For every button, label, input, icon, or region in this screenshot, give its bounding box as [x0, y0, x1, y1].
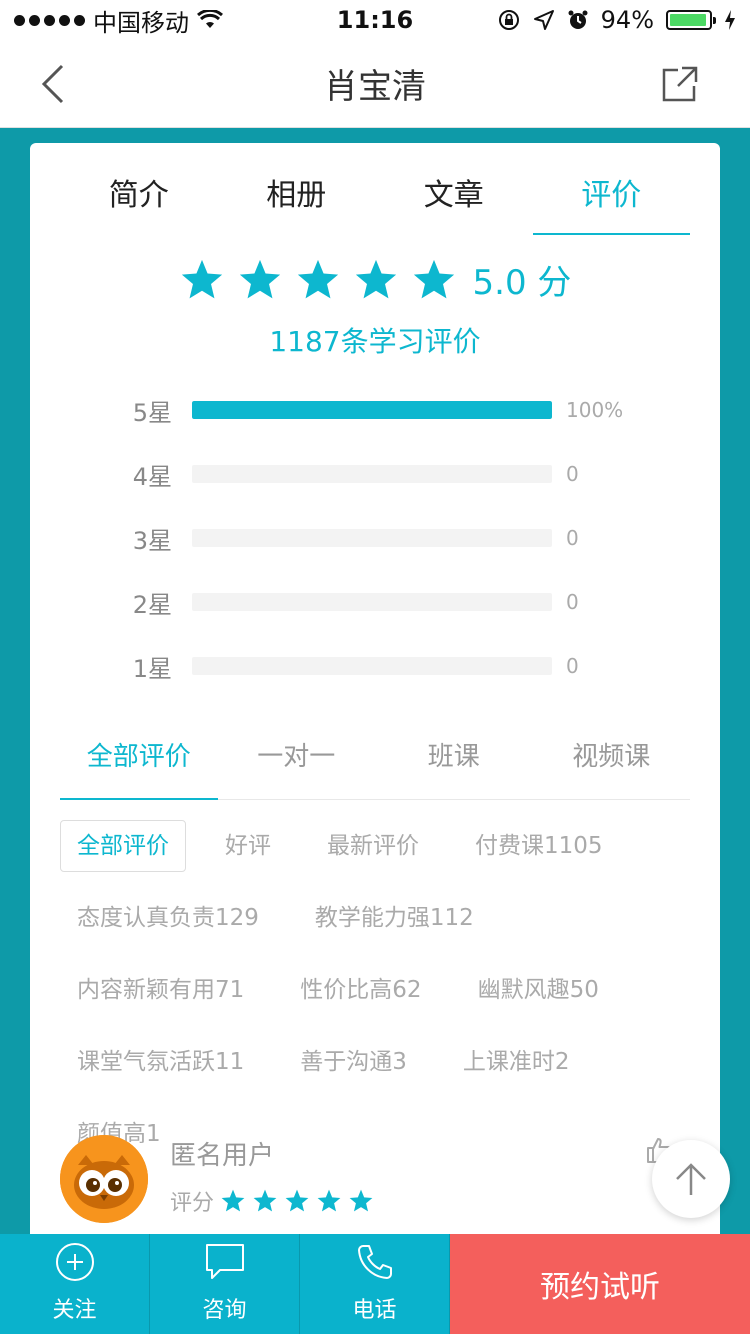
review-tag-filters: 全部评价 好评 最新评价 付费课1105 态度认真负责129 教学能力强112 … — [60, 820, 690, 1160]
tab-class[interactable]: 班课 — [375, 720, 533, 799]
bottom-action-bar: 关注 咨询 电话 预约试听 — [0, 1234, 750, 1334]
arrow-up-icon — [676, 1163, 706, 1195]
rating-label: 评分 — [170, 1191, 215, 1216]
tag-filter[interactable]: 最新评价 — [310, 820, 436, 872]
overall-stars: 5.0 分 — [30, 255, 720, 304]
star-icon — [239, 259, 280, 298]
phone-button[interactable]: 电话 — [300, 1234, 450, 1334]
tag-filter[interactable]: 上课准时2 — [446, 1036, 587, 1088]
distribution-fill — [192, 401, 552, 419]
follow-label: 关注 — [52, 1298, 97, 1323]
battery-icon — [666, 10, 716, 30]
overall-score: 5.0 分 — [472, 263, 572, 303]
status-left: 中国移动 — [14, 3, 223, 38]
location-icon — [533, 10, 554, 30]
distribution-value: 0 — [566, 526, 579, 550]
distribution-label: 2星 — [132, 590, 172, 619]
charging-icon — [725, 10, 735, 30]
star-icon — [285, 1189, 309, 1212]
back-icon[interactable] — [36, 62, 76, 106]
share-icon[interactable] — [660, 64, 700, 104]
distribution-row: 1星 0 — [30, 634, 720, 698]
distribution-row: 4星 0 — [30, 442, 720, 506]
tab-reviews[interactable]: 评价 — [532, 143, 691, 235]
distribution-row: 2星 0 — [30, 570, 720, 634]
page-title: 肖宝清 — [324, 67, 426, 107]
distribution-track — [192, 401, 552, 419]
distribution-row: 5星 100% — [30, 378, 720, 442]
tab-intro[interactable]: 简介 — [60, 143, 218, 235]
scroll-top-button[interactable] — [652, 1140, 730, 1218]
tag-filter[interactable]: 全部评价 — [60, 820, 186, 872]
distribution-label: 3星 — [132, 526, 172, 555]
review-rating: 评分 — [170, 1185, 374, 1217]
star-icon — [355, 259, 396, 298]
rating-distribution: 5星 100% 4星 0 3星 0 2星 0 1星 0 — [30, 378, 720, 698]
tag-filter[interactable]: 善于沟通3 — [283, 1036, 424, 1088]
star-icon — [253, 1189, 277, 1212]
reviewer-name: 匿名用户 — [170, 1141, 275, 1171]
tag-filter[interactable]: 性价比高62 — [283, 964, 438, 1016]
status-right: 94% — [497, 6, 736, 34]
teacher-card: 简介 相册 文章 评价 5.0 分 1187条学习评价 5星 100% 4星 0… — [30, 143, 720, 1243]
book-trial-button[interactable]: 预约试听 — [450, 1234, 750, 1334]
battery-percent: 94% — [600, 6, 654, 34]
tab-album[interactable]: 相册 — [218, 143, 376, 235]
distribution-track — [192, 657, 552, 675]
tab-all-reviews[interactable]: 全部评价 — [60, 720, 218, 800]
rotation-lock-icon — [498, 10, 519, 30]
star-icon — [413, 259, 454, 298]
signal-icon — [14, 14, 85, 26]
distribution-track — [192, 465, 552, 483]
distribution-label: 5星 — [132, 398, 172, 427]
battery-fill — [670, 14, 706, 26]
distribution-row: 3星 0 — [30, 506, 720, 570]
distribution-value: 0 — [566, 654, 579, 678]
star-icon — [181, 259, 222, 298]
review-count: 1187条学习评价 — [269, 325, 481, 358]
phone-label: 电话 — [352, 1298, 397, 1323]
distribution-label: 4星 — [132, 462, 172, 491]
review-item: 匿名用户 评分 — [60, 1135, 690, 1235]
tag-filter[interactable]: 课堂气氛活跃11 — [60, 1036, 261, 1088]
tag-filter[interactable]: 内容新颖有用71 — [60, 964, 261, 1016]
distribution-track — [192, 529, 552, 547]
plus-circle-icon — [55, 1243, 94, 1281]
owl-avatar-icon — [60, 1135, 148, 1223]
tag-filter[interactable]: 好评 — [208, 820, 288, 872]
star-icon — [297, 259, 338, 298]
distribution-value: 100% — [566, 398, 624, 422]
distribution-value: 0 — [566, 590, 579, 614]
tab-video-course[interactable]: 视频课 — [533, 720, 691, 799]
tag-filter[interactable]: 教学能力强112 — [298, 892, 491, 944]
consult-label: 咨询 — [202, 1298, 247, 1323]
star-icon — [221, 1189, 245, 1212]
avatar — [60, 1135, 148, 1223]
tag-filter[interactable]: 付费课1105 — [458, 820, 620, 872]
distribution-track — [192, 593, 552, 611]
tab-one-on-one[interactable]: 一对一 — [218, 720, 376, 799]
carrier: 中国移动 — [93, 8, 189, 37]
review-type-tabs: 全部评价 一对一 班课 视频课 — [60, 720, 690, 800]
tab-articles[interactable]: 文章 — [375, 143, 533, 235]
nav-bar: 肖宝清 — [0, 40, 750, 128]
follow-button[interactable]: 关注 — [0, 1234, 150, 1334]
phone-icon — [357, 1245, 392, 1279]
distribution-value: 0 — [566, 462, 579, 486]
consult-button[interactable]: 咨询 — [150, 1234, 300, 1334]
chat-bubble-icon — [205, 1244, 244, 1279]
status-bar: 中国移动 11:16 94% — [0, 0, 750, 40]
rating-summary: 5.0 分 1187条学习评价 — [30, 255, 720, 360]
distribution-label: 1星 — [132, 654, 172, 683]
star-icon — [317, 1189, 341, 1212]
tag-filter[interactable]: 态度认真负责129 — [60, 892, 276, 944]
tag-filter[interactable]: 幽默风趣50 — [461, 964, 616, 1016]
star-icon — [349, 1189, 373, 1212]
wifi-icon — [197, 10, 223, 28]
alarm-icon — [568, 10, 588, 29]
profile-tabs: 简介 相册 文章 评价 — [60, 143, 690, 235]
